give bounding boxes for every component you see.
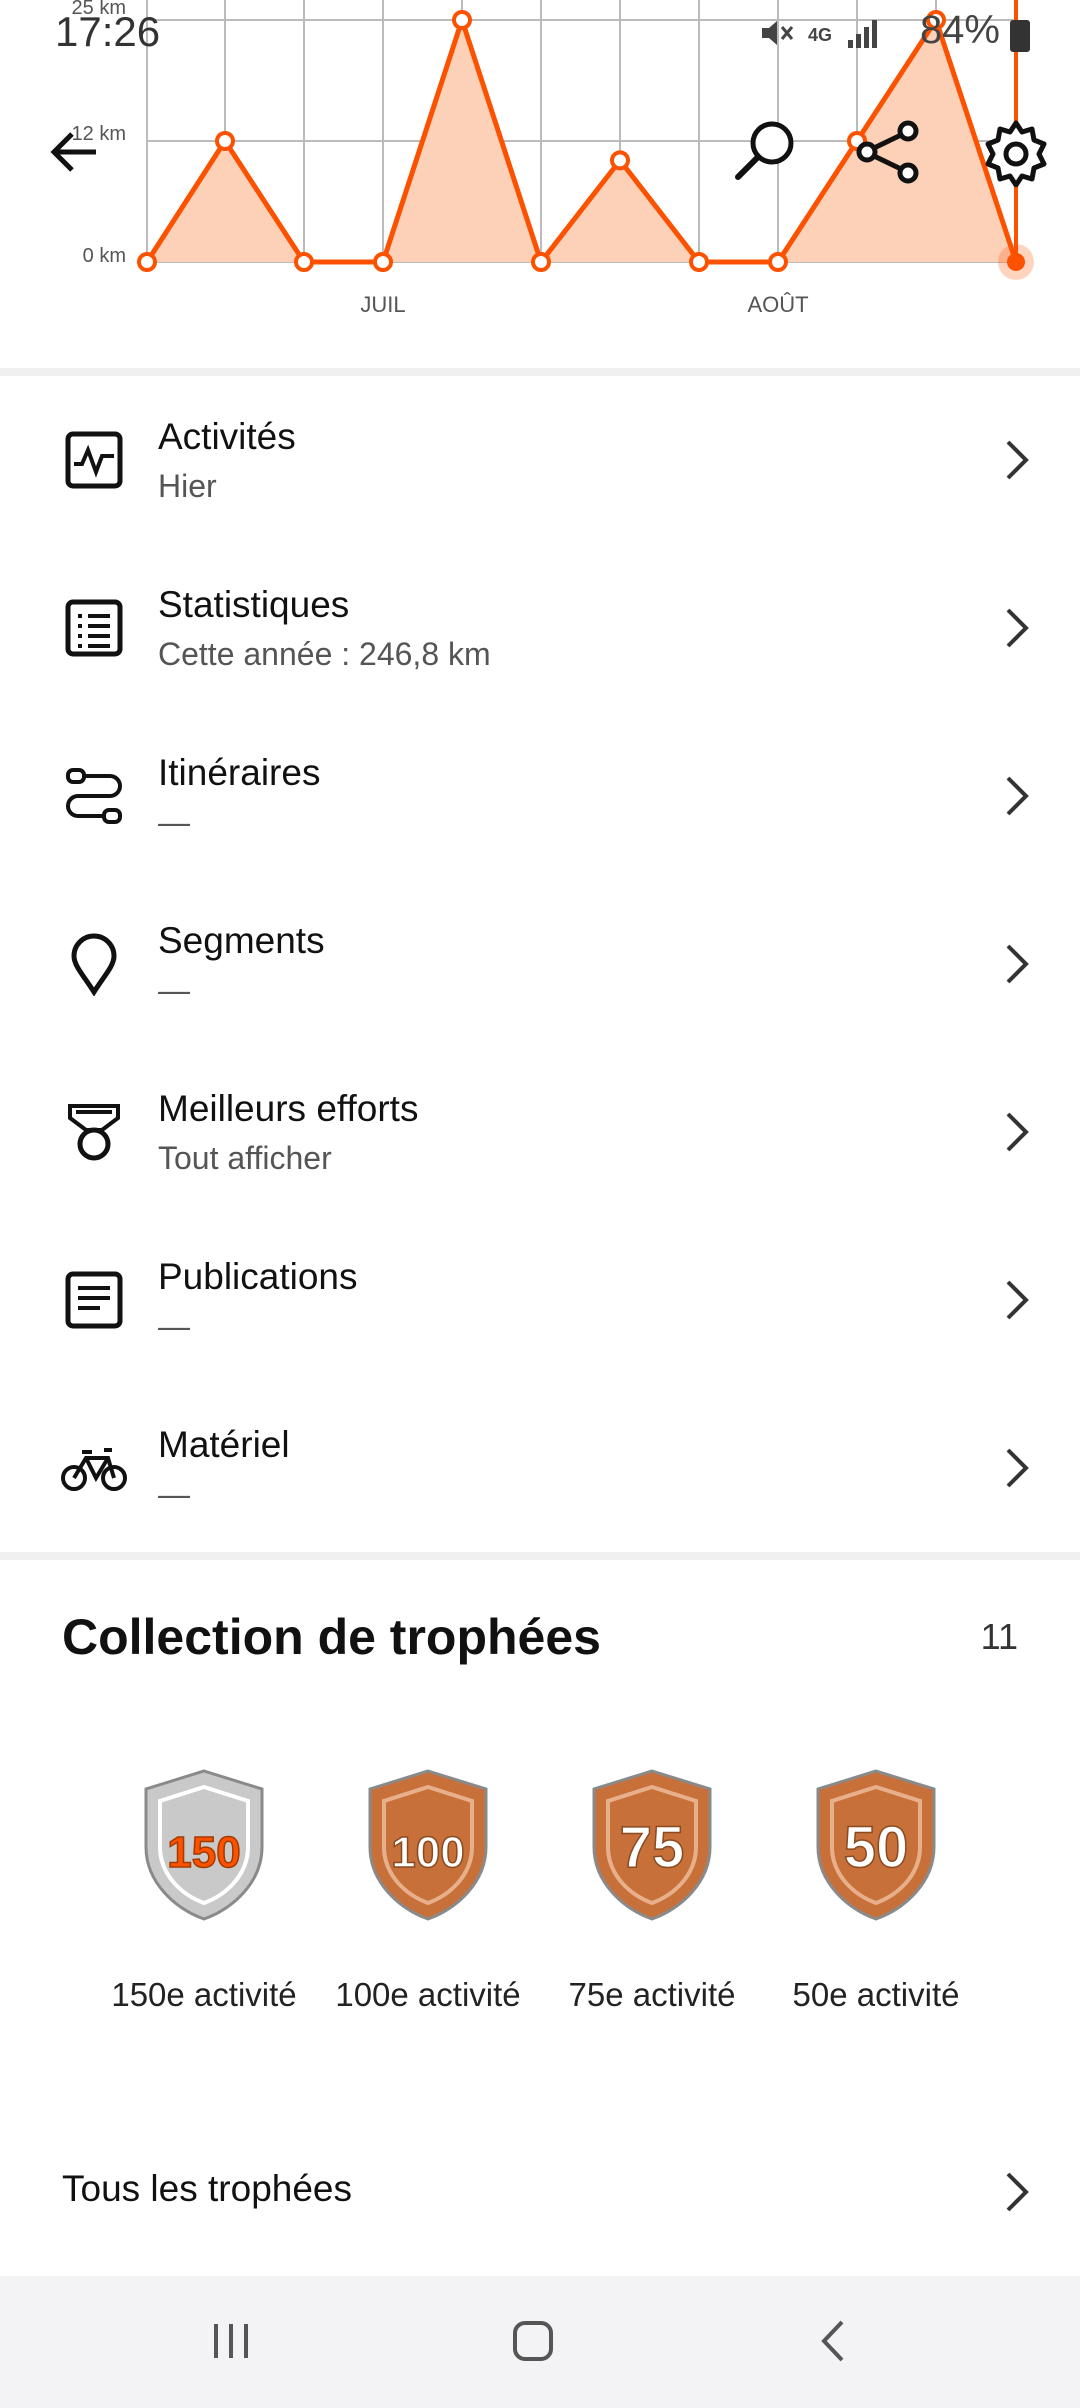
data-point xyxy=(689,252,709,272)
menu-item-2[interactable]: Statistiques Cette année : 246,8 km xyxy=(0,544,1080,712)
menu-item-subtitle: Cette année : 246,8 km xyxy=(158,636,491,672)
section-divider xyxy=(0,1552,1080,1560)
trophy-label: 100e activité xyxy=(335,1976,521,2013)
trophy-badge-number: 50 xyxy=(844,1815,909,1880)
trophy-label: 50e activité xyxy=(792,1976,960,2013)
trophy-item[interactable]: 50 50e activité xyxy=(781,1765,971,2018)
post-icon xyxy=(58,1264,130,1336)
share-icon[interactable] xyxy=(848,112,928,192)
menu-item-title: Matériel xyxy=(158,1424,290,1465)
x-tick-label: AOÛT xyxy=(747,292,808,317)
trophy-item[interactable]: 100 100e activité xyxy=(333,1765,523,2018)
chevron-right-icon xyxy=(1006,2172,1029,2212)
menu-item-subtitle: — xyxy=(158,804,190,840)
menu-item-subtitle: — xyxy=(158,972,190,1008)
all-trophies-label: Tous les trophées xyxy=(62,2168,353,2209)
stats-icon xyxy=(58,592,130,664)
chevron-right-icon xyxy=(1006,608,1029,648)
x-tick-label: JUIL xyxy=(360,292,405,317)
all-trophies-link[interactable]: Tous les trophées xyxy=(0,2150,1080,2234)
chevron-right-icon xyxy=(1006,1448,1029,1488)
network-label: 4G xyxy=(807,24,832,45)
data-point xyxy=(768,252,788,272)
chevron-right-icon xyxy=(1006,1112,1029,1152)
bike-icon xyxy=(58,1432,130,1504)
trophy-badge-icon: 50 xyxy=(816,1769,936,1921)
battery-percent: 84% xyxy=(919,8,1000,52)
menu-item-7[interactable]: Matériel — xyxy=(0,1384,1080,1552)
menu-item-subtitle: Tout afficher xyxy=(158,1140,332,1176)
trophy-section-title: Collection de trophées xyxy=(62,1609,601,1665)
route-icon xyxy=(58,760,130,832)
trophy-badge-icon: 150 xyxy=(144,1769,264,1921)
status-icons: 4G xyxy=(758,10,880,60)
trophy-item[interactable]: 150 150e activité xyxy=(109,1765,299,2018)
search-icon[interactable] xyxy=(725,112,805,192)
activity-icon xyxy=(58,424,130,496)
menu-item-subtitle: Hier xyxy=(158,468,217,504)
trophy-badge-number: 100 xyxy=(391,1828,464,1877)
home-icon[interactable] xyxy=(488,2306,578,2376)
trophy-badge-number: 75 xyxy=(620,1815,685,1880)
data-point xyxy=(531,252,551,272)
menu-item-1[interactable]: Activités Hier xyxy=(0,376,1080,544)
menu-item-title: Itinéraires xyxy=(158,752,321,793)
menu-item-5[interactable]: Meilleurs efforts Tout afficher xyxy=(0,1048,1080,1216)
trophy-item[interactable]: 75 75e activité xyxy=(557,1765,747,2018)
menu-item-title: Publications xyxy=(158,1256,358,1297)
data-point xyxy=(452,10,472,30)
trophy-badge-icon: 100 xyxy=(368,1769,488,1921)
back-icon[interactable] xyxy=(790,2306,880,2376)
menu-item-6[interactable]: Publications — xyxy=(0,1216,1080,1384)
menu-item-4[interactable]: Segments — xyxy=(0,880,1080,1048)
menu-item-3[interactable]: Itinéraires — xyxy=(0,712,1080,880)
menu-item-title: Activités xyxy=(158,416,296,457)
trophy-label: 75e activité xyxy=(568,1976,736,2013)
recent-apps-icon[interactable] xyxy=(186,2306,276,2376)
menu-item-subtitle: — xyxy=(158,1476,190,1512)
data-point xyxy=(215,131,235,151)
menu-item-title: Statistiques xyxy=(158,584,350,625)
system-nav-bar xyxy=(0,2276,1080,2408)
status-time: 17:26 xyxy=(55,8,161,55)
data-point xyxy=(373,252,393,272)
trophy-badge-number: 150 xyxy=(167,1828,240,1877)
menu-item-title: Meilleurs efforts xyxy=(158,1088,419,1129)
signal-icon xyxy=(846,16,880,55)
chevron-right-icon xyxy=(1006,1280,1029,1320)
menu-item-subtitle: — xyxy=(158,1308,190,1344)
battery-icon xyxy=(1010,20,1030,52)
y-tick-label: 0 km xyxy=(83,245,126,267)
data-point xyxy=(137,252,157,272)
medal-icon xyxy=(58,1096,130,1168)
data-point xyxy=(294,252,314,272)
trophy-label: 150e activité xyxy=(111,1976,297,2013)
trophy-badge-icon: 75 xyxy=(592,1769,712,1921)
data-point xyxy=(610,150,630,171)
section-divider xyxy=(0,368,1080,376)
chevron-right-icon xyxy=(1006,776,1029,816)
chevron-right-icon xyxy=(1006,440,1029,480)
trophy-count: 11 xyxy=(980,1616,1018,1657)
back-arrow-icon[interactable] xyxy=(34,112,114,192)
mute-icon xyxy=(758,15,794,56)
location-pin-icon xyxy=(58,928,130,1000)
chevron-right-icon xyxy=(1006,944,1029,984)
gear-icon[interactable] xyxy=(976,112,1056,192)
menu-item-title: Segments xyxy=(158,920,325,961)
